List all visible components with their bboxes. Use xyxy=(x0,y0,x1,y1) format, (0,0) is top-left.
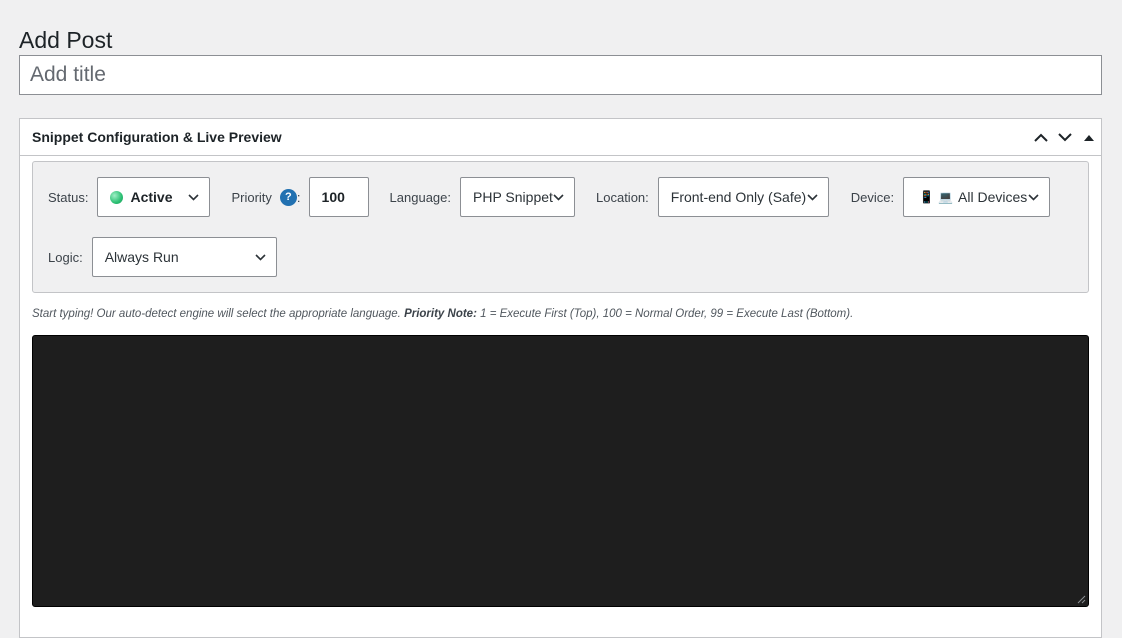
help-text: Start typing! Our auto-detect engine wil… xyxy=(32,308,853,320)
priority-label: Priority xyxy=(231,189,272,205)
device-value: All Devices xyxy=(958,189,1028,205)
device-label: Device: xyxy=(850,189,895,205)
help-text-lead: Start typing! Our auto-detect engine wil… xyxy=(32,308,405,320)
help-text-rest: 1 = Execute First (Top), 100 = Normal Or… xyxy=(476,308,854,320)
priority-input[interactable] xyxy=(308,177,369,217)
toggle-panel-button[interactable] xyxy=(1077,119,1101,155)
chevron-down-icon xyxy=(1028,194,1039,201)
status-indicator-icon xyxy=(110,190,124,204)
help-icon[interactable]: ? xyxy=(279,188,297,206)
chevron-down-icon xyxy=(1058,132,1072,141)
config-row-2: Logic: Always Run xyxy=(48,237,277,277)
location-label: Location: xyxy=(596,189,649,205)
resize-handle-icon[interactable] xyxy=(1077,595,1086,604)
logic-label: Logic: xyxy=(48,249,83,265)
priority-colon: : xyxy=(296,189,301,205)
status-label: Status: xyxy=(48,189,89,205)
page-title: Add Post xyxy=(19,27,113,54)
logic-value: Always Run xyxy=(104,249,179,265)
chevron-down-icon xyxy=(255,254,266,261)
metabox-header: Snippet Configuration & Live Preview xyxy=(20,119,1101,156)
mobile-icon: 📱 xyxy=(919,190,935,204)
priority-note-label: Priority Note: xyxy=(404,308,477,320)
config-panel: Status: Active Priority ? : Language: PH… xyxy=(32,161,1089,293)
language-value: PHP Snippet xyxy=(473,189,553,205)
status-select[interactable]: Active xyxy=(97,177,211,217)
code-editor[interactable] xyxy=(32,335,1089,607)
location-select[interactable]: Front-end Only (Safe) xyxy=(657,177,829,217)
metabox-title: Snippet Configuration & Live Preview xyxy=(32,129,282,145)
toggle-arrow-icon xyxy=(1084,134,1094,141)
desktop-icon: 💻 xyxy=(938,190,954,204)
chevron-down-icon xyxy=(807,194,818,201)
move-up-button[interactable] xyxy=(1029,119,1053,155)
device-select[interactable]: 📱 💻 All Devices xyxy=(903,177,1051,217)
language-label: Language: xyxy=(389,189,451,205)
chevron-up-icon xyxy=(1034,133,1048,142)
post-title-input[interactable] xyxy=(19,55,1102,95)
location-value: Front-end Only (Safe) xyxy=(670,189,807,205)
chevron-down-icon xyxy=(553,194,564,201)
move-down-button[interactable] xyxy=(1053,119,1077,155)
config-row-1: Status: Active Priority ? : Language: PH… xyxy=(48,177,1051,217)
language-select[interactable]: PHP Snippet xyxy=(460,177,575,217)
metabox-handle-actions xyxy=(1029,119,1101,155)
chevron-down-icon xyxy=(188,194,200,201)
logic-select[interactable]: Always Run xyxy=(91,237,277,277)
status-value: Active xyxy=(130,189,173,205)
snippet-config-metabox: Snippet Configuration & Live Preview Sta… xyxy=(19,118,1102,638)
